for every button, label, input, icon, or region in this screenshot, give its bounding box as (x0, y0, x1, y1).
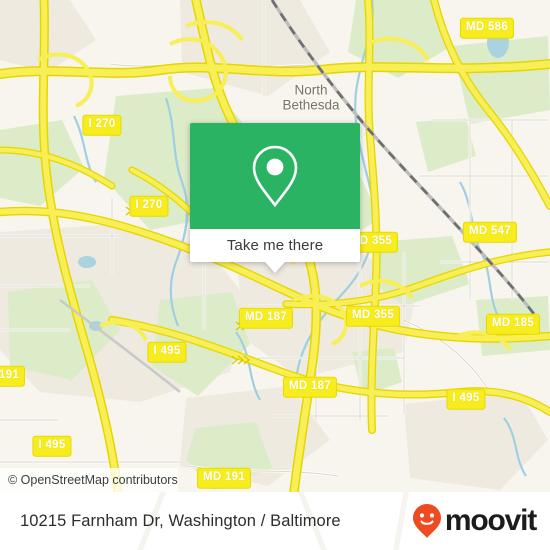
shield-i-495-c[interactable]: I 495 (32, 435, 72, 457)
shield-i-495-a[interactable]: I 495 (147, 341, 187, 363)
popup-pointer (265, 262, 285, 273)
map-attribution: © OpenStreetMap contributors (0, 468, 550, 492)
shield-md-187-b[interactable]: MD 187 (282, 376, 338, 398)
moovit-pin-smiley-icon (412, 504, 441, 538)
address-label: 10215 Farnham Dr, Washington / Baltimore (20, 511, 341, 530)
shield-md-187-a[interactable]: MD 187 (238, 307, 294, 329)
shield-md-355-b[interactable]: MD 355 (345, 305, 401, 327)
shield-i-270-a[interactable]: I 270 (82, 114, 122, 136)
bottom-info-bar: 10215 Farnham Dr, Washington / Baltimore… (0, 492, 550, 550)
map-pin-icon (252, 145, 298, 208)
attribution-text[interactable]: © OpenStreetMap contributors (0, 468, 178, 492)
map-canvas[interactable]: North Bethesda MD 586 I 270 I 270 MD 355… (0, 0, 550, 492)
location-popup-card[interactable]: Take me there (190, 123, 360, 273)
shield-i-270-b[interactable]: I 270 (129, 195, 169, 217)
shield-i-495-b[interactable]: I 495 (446, 388, 486, 410)
popup-pin-area (190, 123, 360, 229)
shield-md-547[interactable]: MD 547 (462, 221, 518, 243)
moovit-logo[interactable]: moovit (411, 503, 537, 539)
moovit-wordmark: moovit (444, 504, 537, 537)
take-me-there-button[interactable]: Take me there (190, 229, 360, 273)
shield-md-185[interactable]: MD 185 (485, 313, 541, 335)
shield-191[interactable]: 191 (0, 365, 26, 387)
moovit-map-share-view: North Bethesda MD 586 I 270 I 270 MD 355… (0, 0, 550, 550)
take-me-there-label: Take me there (226, 237, 324, 254)
shield-md-586[interactable]: MD 586 (459, 17, 515, 39)
